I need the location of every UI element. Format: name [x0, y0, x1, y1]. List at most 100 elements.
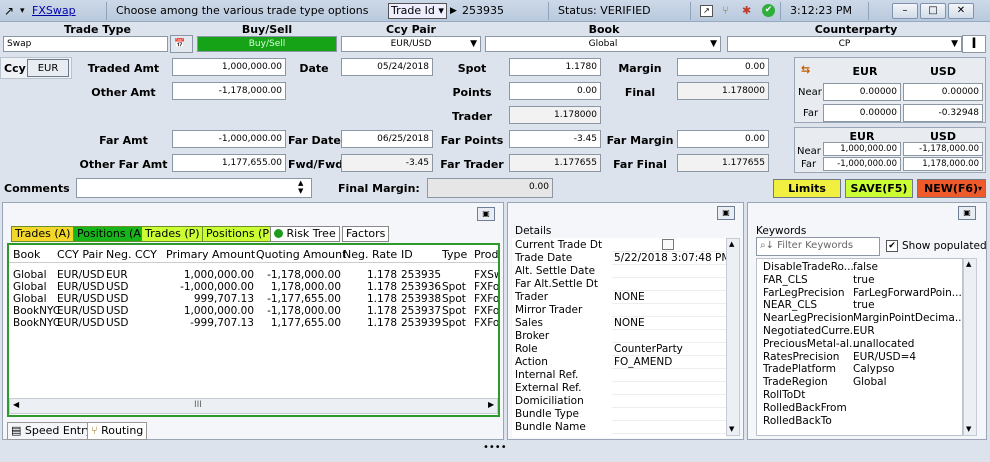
routing-tab[interactable]: ⑂ Routing	[87, 422, 148, 440]
title-bar: ↗ ▾ FXSwap Choose among the various trad…	[0, 0, 990, 22]
trade-type-field[interactable]: Swap	[3, 36, 168, 52]
keyword-value[interactable]: false	[853, 261, 878, 273]
table-row[interactable]: Global EUR/USD USD 999,707.13 -1,177,655.00 1…	[9, 293, 498, 305]
routing-icon[interactable]: ⑂	[722, 4, 729, 17]
column-header[interactable]: Neg. CCY	[106, 248, 157, 261]
detail-value[interactable]: CounterParty	[614, 343, 683, 355]
tab-positions-p[interactable]: Positions (P)	[202, 226, 278, 242]
kw-scroll-up-icon[interactable]: ▲	[966, 260, 971, 268]
tab-factors[interactable]: Factors	[342, 226, 390, 242]
limits-button[interactable]: Limits	[773, 179, 841, 198]
keyword-value[interactable]: MarginPointDecima...	[853, 312, 962, 324]
detail-label: Current Trade Dt	[515, 239, 603, 251]
new-button[interactable]: NEW(F6) ▾	[917, 179, 986, 198]
far-margin-input[interactable]: 0.00	[677, 130, 769, 148]
details-restore-icon[interactable]: ▣	[717, 206, 735, 220]
other-far-amt-input[interactable]: 1,177,655.00	[172, 154, 286, 172]
header-buy-sell: Buy/Sell	[241, 23, 293, 36]
keywords-filter-input[interactable]: ⌕↓ Filter Keywords	[756, 237, 880, 256]
other-amt-input[interactable]: -1,178,000.00	[172, 82, 286, 100]
currency-swap-icon[interactable]: ⇆	[801, 63, 810, 76]
margin-input[interactable]: 0.00	[677, 58, 769, 76]
points-input[interactable]: 0.00	[509, 82, 601, 100]
column-header[interactable]: CCY Pair	[57, 248, 103, 261]
pl-box: ⇆ EUR USD Near 0.00000 0.00000 Far 0.000…	[794, 57, 986, 123]
kw-scroll-down-icon[interactable]: ▼	[966, 425, 971, 433]
show-populated-label: Show populated	[902, 240, 987, 252]
far-amt-input[interactable]: -1,000,000.00	[172, 130, 286, 148]
speed-entry-tab[interactable]: ▤ Speed Entry	[7, 422, 97, 440]
book-select[interactable]: Global	[485, 36, 721, 52]
comments-input[interactable]	[76, 178, 312, 198]
keyword-value[interactable]: FarLegForwardPoin...	[853, 287, 962, 299]
keyword-value[interactable]: EUR/USD=4	[853, 351, 916, 363]
tab-trades-p[interactable]: Trades (P)	[141, 226, 204, 242]
table-cell: -1,178,000.00	[267, 305, 341, 317]
scroll-grip[interactable]: III	[194, 400, 202, 410]
scroll-down-icon[interactable]: ▼	[729, 425, 734, 433]
detail-value[interactable]: 5/22/2018 3:07:48 PM	[614, 252, 726, 264]
detail-value[interactable]: NONE	[614, 291, 645, 303]
far-points-input[interactable]: -3.45	[509, 130, 601, 148]
detail-value[interactable]: NONE	[614, 317, 645, 329]
column-header[interactable]: ID	[401, 248, 413, 261]
maximize-button[interactable]: □	[920, 3, 946, 19]
tab-positions-a[interactable]: Positions (A)	[73, 226, 150, 242]
table-cell: 1,000,000.00	[183, 269, 254, 281]
table-row[interactable]: BookNYC EUR/USD USD -999,707.13 1,177,655.00…	[9, 317, 498, 329]
scroll-left-icon[interactable]: ◀	[13, 400, 19, 409]
table-row[interactable]: Global EUR/USD USD -1,000,000.00 1,178,000.0…	[9, 281, 498, 293]
column-header[interactable]: Produ	[474, 248, 498, 261]
scroll-up-icon[interactable]: ▲	[729, 240, 734, 248]
minimize-button[interactable]: –	[892, 3, 918, 19]
chart-icon[interactable]: ↗	[700, 5, 713, 17]
keyword-value[interactable]: Global	[853, 376, 887, 388]
chevron-down-icon[interactable]: ▾	[20, 6, 25, 16]
table-row[interactable]: Global EUR/USD EUR 1,000,000.00 -1,178,000.0…	[9, 269, 498, 281]
save-button[interactable]: SAVE(F5)	[845, 179, 913, 198]
far-points-label: Far Points	[440, 134, 504, 147]
detail-value[interactable]: FO_AMEND	[614, 356, 672, 368]
show-populated-checkbox[interactable]: ✔	[886, 240, 898, 252]
trade-id-selector[interactable]: Trade Id ▾	[388, 3, 447, 19]
app-link[interactable]: FXSwap	[32, 4, 76, 17]
tab-risk-tree[interactable]: Risk Tree	[270, 226, 340, 242]
keyword-value[interactable]: Calypso	[853, 363, 894, 375]
close-button[interactable]: ✕	[948, 3, 974, 19]
horizontal-scrollbar[interactable]: ◀ III ▶	[9, 398, 498, 414]
keyword-value[interactable]: unallocated	[853, 338, 914, 350]
table-cell: 253937	[401, 305, 442, 317]
ccy-pair-select[interactable]: EUR/USD	[341, 36, 481, 52]
spot-input[interactable]: 1.1780	[509, 58, 601, 76]
details-scrollbar[interactable]: ▲ ▼	[726, 238, 740, 436]
asterisk-icon[interactable]: ✱	[742, 4, 751, 17]
text-cursor-icon[interactable]: I	[962, 35, 986, 53]
date-label: Date	[299, 62, 329, 75]
calendar-icon[interactable]: 📅	[170, 35, 193, 53]
detail-label: Far Alt.Settle Dt	[515, 278, 598, 290]
table-row[interactable]: BookNYC EUR/USD USD 1,000,000.00 -1,178,000.…	[9, 305, 498, 317]
tab-trades-a[interactable]: Trades (A)	[11, 226, 75, 242]
keyword-value[interactable]: true	[853, 274, 875, 286]
column-header[interactable]: Type	[442, 248, 467, 261]
column-header[interactable]: Primary Amount	[166, 248, 255, 261]
traded-amt-input[interactable]: 1,000,000.00	[172, 58, 286, 76]
spin-icon[interactable]: ▲ ▼	[298, 179, 303, 195]
date-input[interactable]: 05/24/2018	[341, 58, 433, 76]
ccy-button[interactable]: EUR	[27, 59, 69, 77]
keywords-restore-icon[interactable]: ▣	[958, 206, 976, 220]
buy-sell-toggle[interactable]: Buy/Sell	[197, 36, 337, 52]
column-header[interactable]: Quoting Amount	[256, 248, 346, 261]
keyword-value[interactable]: EUR	[853, 325, 875, 337]
resize-grip[interactable]: ••••	[483, 442, 507, 453]
scroll-right-icon[interactable]: ▶	[488, 400, 494, 409]
far-date-input[interactable]: 06/25/2018	[341, 130, 433, 148]
current-trade-dt-checkbox[interactable]	[662, 239, 674, 250]
dropdown-arrow-icon[interactable]: ▾	[978, 180, 982, 197]
column-header[interactable]: Neg. Rate	[343, 248, 397, 261]
counterparty-select[interactable]: CP	[727, 36, 962, 52]
restore-icon[interactable]: ▣	[477, 207, 495, 221]
keywords-scrollbar[interactable]: ▲ ▼	[963, 258, 977, 436]
keyword-value[interactable]: true	[853, 299, 875, 311]
column-header[interactable]: Book	[13, 248, 40, 261]
